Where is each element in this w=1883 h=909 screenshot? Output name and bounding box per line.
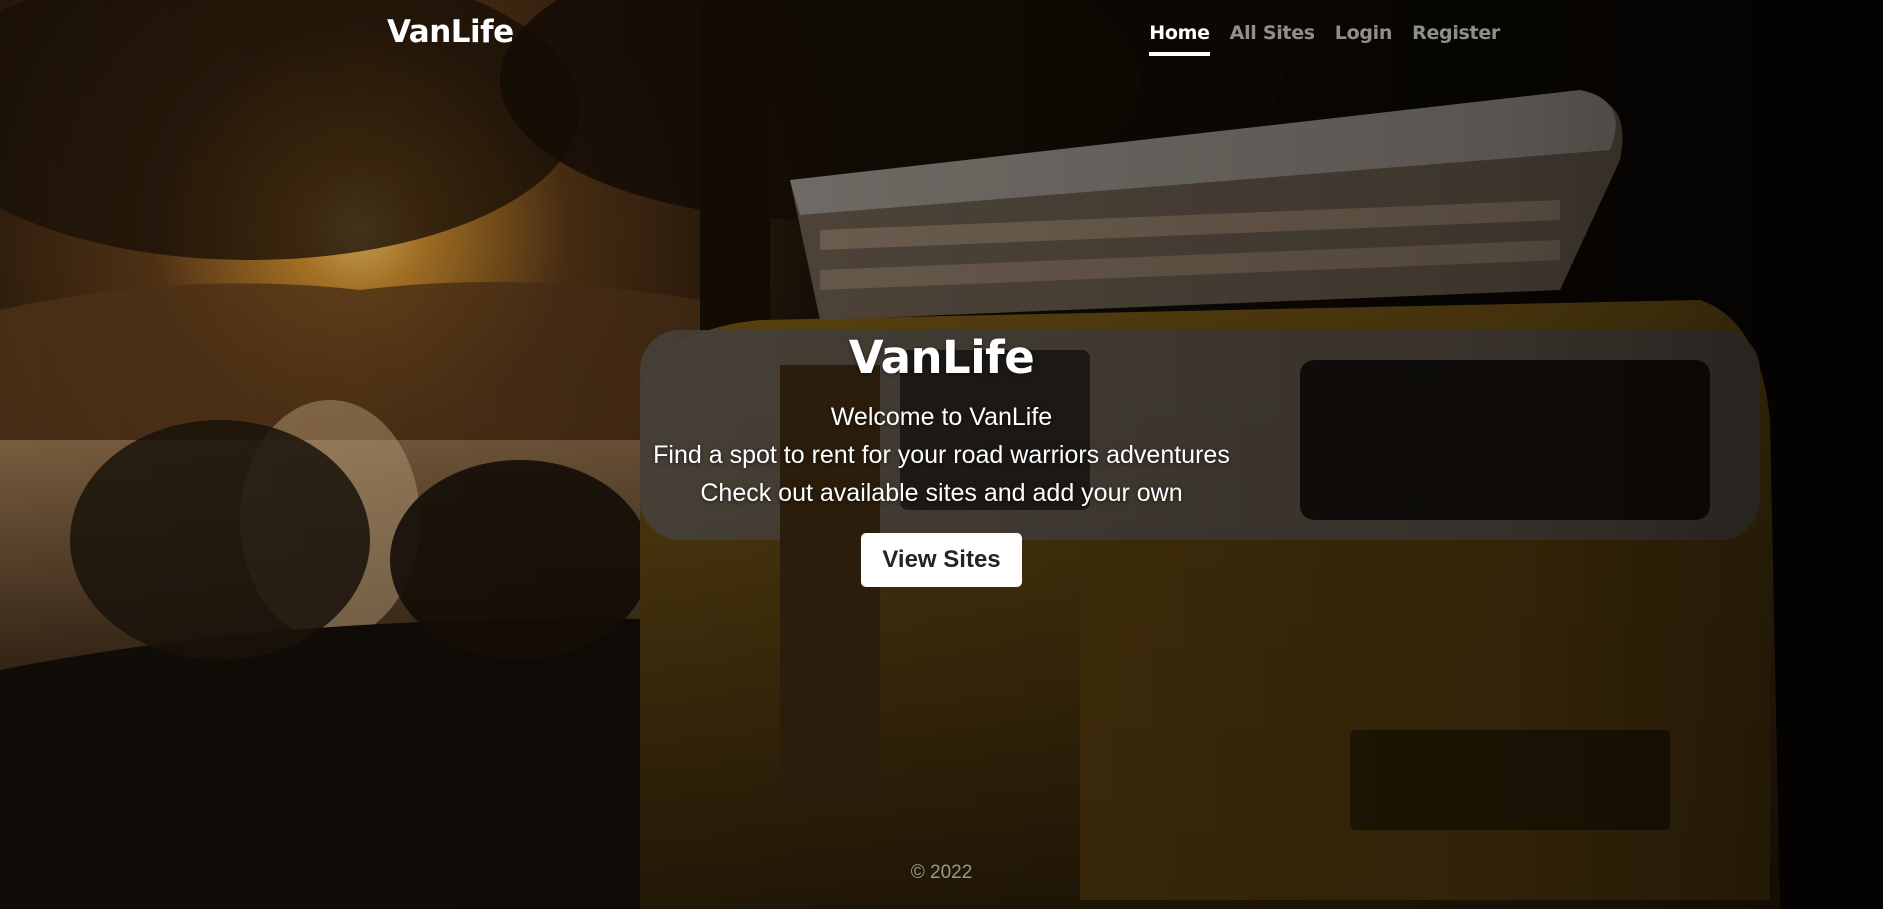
hero-content: VanLife Welcome to VanLife Find a spot t…: [0, 330, 1883, 587]
nav-link-all-sites[interactable]: All Sites: [1230, 22, 1315, 56]
brand-logo-link[interactable]: VanLife: [387, 14, 514, 50]
hero-line-check-out: Check out available sites and add your o…: [700, 479, 1183, 507]
navbar: VanLife Home All Sites Login Register: [0, 0, 1883, 80]
hero-lead: Welcome to VanLife Find a spot to rent f…: [0, 398, 1883, 512]
nav-links: Home All Sites Login Register: [1149, 22, 1500, 56]
footer-copyright: © 2022: [910, 862, 973, 883]
hero-line-welcome: Welcome to VanLife: [830, 403, 1053, 431]
nav-link-home[interactable]: Home: [1149, 22, 1210, 56]
hero-section: VanLife Home All Sites Login Register Va…: [0, 0, 1883, 909]
hero-title: VanLife: [848, 331, 1035, 384]
nav-link-login[interactable]: Login: [1335, 22, 1393, 56]
hero-line-find-spot: Find a spot to rent for your road warrio…: [653, 441, 1230, 469]
view-sites-button[interactable]: View Sites: [861, 533, 1022, 587]
nav-link-register[interactable]: Register: [1412, 22, 1500, 56]
